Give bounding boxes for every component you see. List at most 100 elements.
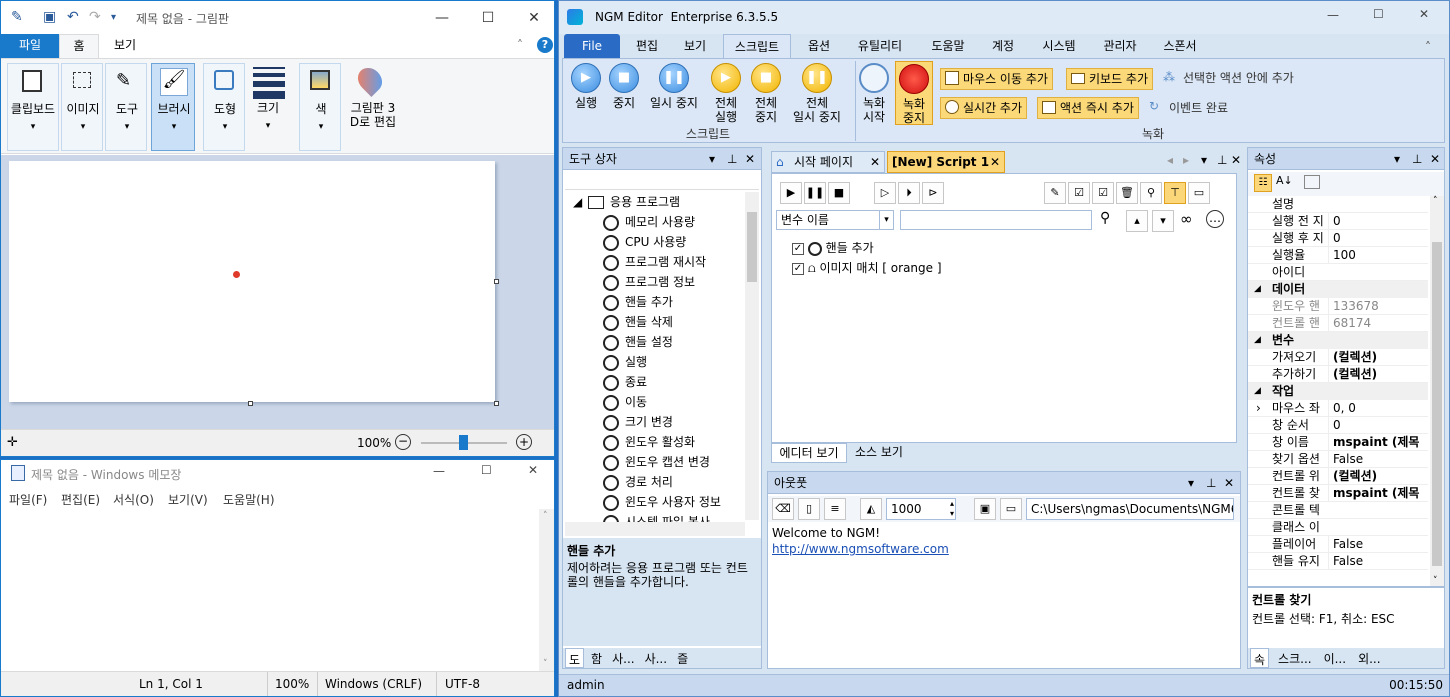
minimize-button[interactable]: — (1327, 8, 1339, 22)
tab-script-1[interactable]: [New] Script 1 ✕ (887, 151, 1005, 173)
close-button[interactable]: ✕ (511, 1, 554, 34)
property-value[interactable]: 0 (1328, 213, 1341, 229)
scroll-up-icon[interactable]: ˄ (1433, 196, 1438, 206)
log-path-input[interactable]: C:\Users\ngmas\Documents\NGM6\ (1026, 498, 1234, 520)
website-link[interactable]: http://www.ngmsoftware.com (772, 542, 949, 556)
maximize-button[interactable]: ☐ (465, 1, 511, 34)
pin-icon[interactable]: ⊥ (1217, 153, 1227, 167)
collapse-ribbon-icon[interactable]: ˄ (1425, 40, 1431, 54)
more-icon[interactable]: … (1206, 210, 1224, 228)
tab-admin[interactable]: 관리자 (1095, 34, 1145, 58)
property-value[interactable]: (컬렉션) (1328, 366, 1377, 382)
qat-dropdown-icon[interactable]: ▾ (111, 12, 116, 23)
property-category[interactable]: ◢ 작업 (1248, 383, 1428, 400)
stop-button[interactable]: ■ 중지 (607, 63, 641, 110)
colors-group[interactable]: 색 ▾ (299, 63, 341, 151)
folder-icon[interactable]: ▭ (1000, 498, 1022, 520)
add-mouse-move-button[interactable]: 마우스 이동 추가 (940, 68, 1053, 90)
tab-favorites[interactable]: 즐 (674, 648, 691, 668)
tab-file[interactable]: File (564, 34, 620, 58)
tab-start-page[interactable]: ⌂ 시작 페이지 ✕ (771, 151, 885, 173)
property-value[interactable]: 0, 0 (1328, 400, 1356, 416)
property-row[interactable]: 실행율 100 (1248, 247, 1428, 264)
close-tab-icon[interactable]: ✕ (990, 152, 1000, 172)
property-row[interactable]: 클래스 이 (1248, 519, 1428, 536)
property-row[interactable]: 창 이름 mspaint (제목 (1248, 434, 1428, 451)
toolbox-item[interactable]: 종료 (603, 372, 647, 392)
toolbox-item[interactable]: 윈도우 활성화 (603, 432, 695, 452)
stop-icon[interactable]: ■ (828, 182, 850, 204)
property-row[interactable]: 창 순서 0 (1248, 417, 1428, 434)
tab-toolbox[interactable]: 도 (565, 648, 585, 668)
toolbox-item[interactable]: 메모리 사용량 (603, 212, 695, 232)
stepper-icon[interactable]: ▴ ▾ (950, 499, 954, 519)
toolbox-item[interactable]: 윈도우 사용자 정보 (603, 492, 721, 512)
tab-file[interactable]: 파일 (1, 34, 59, 58)
property-value[interactable]: 0 (1328, 417, 1341, 433)
clipboard-group[interactable]: 클립보드 ▾ (7, 63, 59, 151)
toolbox-item[interactable]: 시스템 파일 복사 (603, 512, 710, 522)
tab-script[interactable]: 스크립트 (723, 34, 791, 58)
tab-images[interactable]: 이... (1321, 648, 1349, 668)
shapes-group[interactable]: 도형 ▾ (203, 63, 245, 151)
collapse-icon[interactable]: ◢ (573, 195, 586, 209)
property-value[interactable]: False (1328, 536, 1363, 552)
close-tab-icon[interactable]: ✕ (870, 152, 880, 172)
undo-icon[interactable]: ↶ (67, 9, 79, 25)
variable-select[interactable]: 변수 이름 ▾ (776, 210, 894, 230)
close-button[interactable]: ✕ (1419, 7, 1429, 21)
property-row[interactable]: 찾기 옵션 False (1248, 451, 1428, 468)
property-row[interactable]: 추가하기 (컬렉션) (1248, 366, 1428, 383)
toolbox-item[interactable]: 핸들 설정 (603, 332, 673, 352)
tab-account[interactable]: 계정 (983, 34, 1023, 58)
tab-left-icon[interactable]: ◂ (1167, 153, 1173, 167)
property-category[interactable]: ◢ 변수 (1248, 332, 1428, 349)
run-button[interactable]: ▶ 실행 (569, 63, 603, 110)
tab-user-2[interactable]: 사... (642, 648, 670, 668)
toolbox-scrollbar[interactable] (745, 192, 759, 520)
close-icon[interactable]: ✕ (1231, 153, 1241, 167)
paint3d-label-2[interactable]: D로 편집 (345, 115, 401, 129)
toolbox-item[interactable]: 핸들 추가 (603, 292, 673, 312)
property-row[interactable]: 설명 (1248, 196, 1428, 213)
check-icon[interactable]: ☑ (1092, 182, 1114, 204)
check-all-icon[interactable]: ☑ (1068, 182, 1090, 204)
close-button[interactable]: ✕ (528, 463, 538, 477)
toolbox-item[interactable]: 이동 (603, 392, 647, 412)
screen-icon[interactable]: ▭ (1188, 182, 1210, 204)
property-category[interactable]: ◢ 데이터 (1248, 281, 1428, 298)
scroll-up-icon[interactable]: ˄ (543, 511, 548, 521)
dropdown-icon[interactable]: ▾ (709, 148, 715, 170)
tab-functions[interactable]: 함 (588, 648, 605, 668)
prev-icon[interactable]: ▴ (1126, 210, 1148, 232)
minimize-button[interactable]: — (433, 464, 445, 478)
tab-view[interactable]: 보기 (675, 34, 715, 58)
minimize-button[interactable]: — (419, 1, 465, 34)
toolbox-item[interactable]: 실행 (603, 352, 647, 372)
pin-icon[interactable]: ⊥ (1206, 472, 1216, 494)
property-value[interactable]: 133678 (1328, 298, 1379, 314)
infinity-icon[interactable]: ∞ (1180, 210, 1193, 228)
property-row[interactable]: 컨트롤 핸 68174 (1248, 315, 1428, 332)
edit-icon[interactable]: ✎ (1044, 182, 1066, 204)
add-realtime-button[interactable]: 실시간 추가 (940, 97, 1028, 119)
resize-handle[interactable] (494, 279, 499, 284)
search-icon[interactable]: ⚲ (1100, 210, 1110, 226)
collapse-icon[interactable]: ◢ (1254, 281, 1261, 298)
next-icon[interactable]: ▾ (1152, 210, 1174, 232)
image-group[interactable]: 이미지 ▾ (61, 63, 103, 151)
tree-root-item[interactable]: ◢ 응용 프로그램 (573, 192, 680, 212)
close-panel-icon[interactable]: ✕ (1430, 148, 1440, 170)
toolbox-item[interactable]: 프로그램 정보 (603, 272, 695, 292)
property-value[interactable]: 100 (1328, 247, 1356, 263)
tab-sponsor[interactable]: 스폰서 (1155, 34, 1205, 58)
tree-view-icon[interactable]: ⊤ (1164, 182, 1186, 204)
resize-handle[interactable] (248, 401, 253, 406)
delete-icon[interactable]: 🗑 (1116, 182, 1138, 204)
file-icon[interactable]: ▯ (798, 498, 820, 520)
property-value[interactable]: 68174 (1328, 315, 1371, 331)
property-pages-icon[interactable] (1304, 175, 1320, 189)
menu-format[interactable]: 서식(O) (113, 491, 154, 508)
save-icon[interactable]: ▣ (43, 9, 56, 25)
maximize-button[interactable]: ☐ (1373, 7, 1384, 21)
